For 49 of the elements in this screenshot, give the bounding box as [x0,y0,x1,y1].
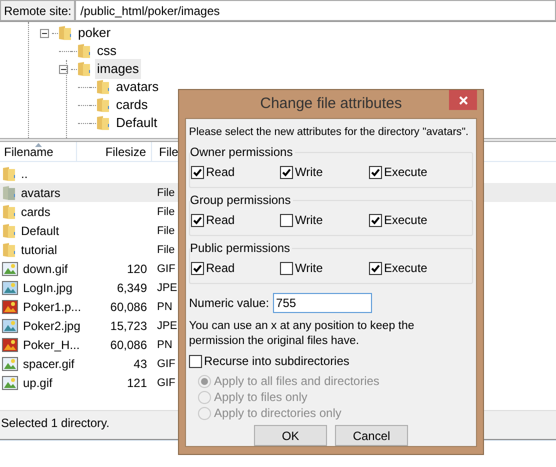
file-size: 121 [126,374,147,392]
file-name: Poker2.jpg [23,318,80,334]
checkbox-label: Write [295,164,323,181]
file-name: Poker1.p... [23,298,82,316]
file-name: Poker_H... [23,336,80,354]
checkbox-label: Execute [384,164,428,181]
file-name: avatars [21,184,60,202]
file-type: GIF [157,263,176,276]
file-type: JPE [157,320,178,332]
file-type: PN [157,301,172,314]
numeric-label: Numeric value: [189,295,270,312]
dialog-title: Change file attributes [260,94,402,114]
radio-label: Apply to directories only [214,405,342,422]
file-name: tutorial [21,242,58,258]
dialog-intro: Please select the new attributes for the directory "avatars". [189,124,469,140]
checkbox-label: Read [206,260,235,277]
file-type: File [157,187,175,200]
checkbox-label: Recurse into subdirectories [204,353,350,370]
file-type: GIF [157,377,176,390]
file-size: 6,349 [116,280,147,296]
status-text: Selected 1 directory. [0,414,110,432]
file-size: 120 [126,260,147,278]
file-name: cards [21,204,50,220]
file-size: 15,723 [110,318,147,334]
file-name: spacer.gif [23,356,74,372]
file-type: JPE [157,282,178,294]
file-type: File [157,225,175,238]
file-name: up.gif [23,374,52,392]
file-size: 43 [134,356,147,372]
checkbox-label: Write [295,212,323,229]
file-type: File [157,206,175,218]
radio-label: Apply to files only [214,389,308,406]
checkbox-label: Read [206,164,235,181]
file-type: File [157,244,175,256]
checkbox-label: Execute [384,212,428,229]
remote-site-label: Remote site: [0,0,76,21]
file-size: 60,086 [110,298,147,316]
file-size: 60,086 [110,336,147,354]
file-type: GIF [157,358,176,370]
radio-label: Apply to all files and directories [214,373,380,390]
checkbox-label: Execute [384,260,428,277]
file-name: .. [21,166,28,182]
checkbox-label: Read [206,212,235,229]
file-type: PN [157,339,172,352]
note-text: You can use an x at any position to keep the permission the original files have. [189,319,416,349]
file-name: Default [21,222,60,240]
file-name: down.gif [23,260,68,278]
file-name: LogIn.jpg [23,280,72,296]
checkbox-label: Write [295,260,323,277]
